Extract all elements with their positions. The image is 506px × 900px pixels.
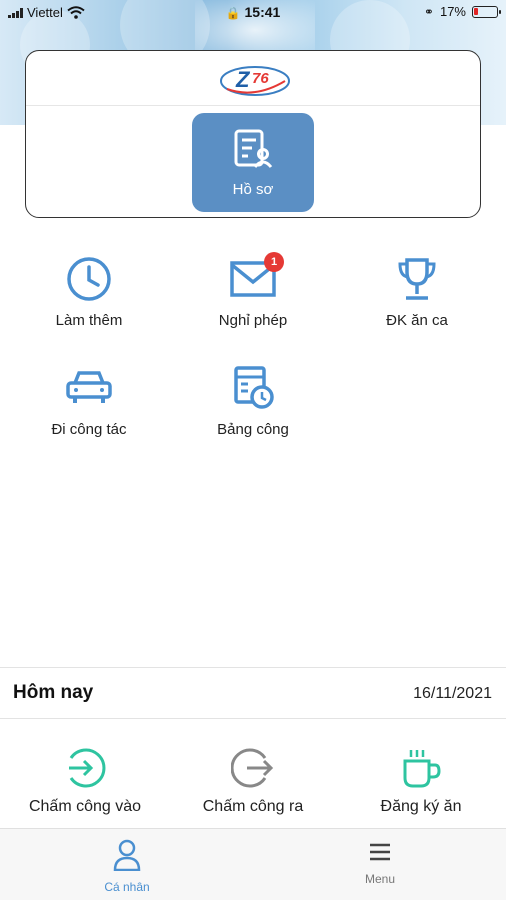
document-user-icon (234, 129, 273, 168)
tab-personal[interactable]: Cá nhân (67, 839, 187, 894)
person-icon (113, 839, 141, 872)
tab-label: Cá nhân (104, 880, 150, 894)
grid-item-label: ĐK ăn ca (386, 312, 448, 329)
action-label: Chấm công ra (202, 798, 304, 815)
svg-text:76: 76 (252, 70, 269, 87)
check-in-icon (69, 748, 106, 788)
action-label: Đăng ký ăn (380, 798, 462, 815)
today-title: Hôm nay (13, 682, 94, 703)
car-icon (66, 371, 112, 403)
grid-item-overtime[interactable]: Làm thêm (14, 256, 164, 329)
battery-icon (472, 5, 501, 18)
timesheet-icon (234, 366, 274, 409)
status-bar: Viettel 🔒 15:41 ⚭ 17% (0, 0, 506, 26)
battery-percent: 17% (439, 4, 466, 19)
grid-item-label: Làm thêm (55, 312, 123, 329)
envelope-wrap: 1 (228, 252, 284, 302)
meal-register-button[interactable]: Đăng ký ăn (336, 746, 506, 816)
check-out-button[interactable]: Chấm công ra (168, 746, 338, 816)
today-date: 16/11/2021 (413, 685, 492, 702)
check-in-button[interactable]: Chấm công vào (0, 746, 170, 816)
trophy-icon (398, 258, 436, 300)
svg-text:Z: Z (235, 67, 251, 92)
grid-item-timesheet[interactable]: Bảng công (178, 365, 328, 438)
divider (0, 667, 506, 668)
bottom-tab-bar: Cá nhân Menu (0, 828, 506, 900)
lock-icon: 🔒 (225, 6, 241, 20)
grid-item-leave[interactable]: 1 Nghỉ phép (178, 252, 328, 329)
clock-icon (67, 257, 111, 301)
grid-item-meal-shift[interactable]: ĐK ăn ca (342, 256, 492, 329)
check-out-icon (231, 748, 274, 788)
hamburger-menu-icon (370, 843, 390, 861)
tab-label: Menu (364, 872, 396, 886)
action-label: Chấm công vào (28, 798, 142, 815)
logo-row: Z 76 (26, 51, 480, 106)
z76-logo: Z 76 (220, 66, 290, 96)
tab-menu[interactable]: Menu (320, 839, 440, 886)
profile-button[interactable]: Hồ sơ (192, 113, 314, 212)
clock-time: 15:41 (244, 4, 281, 20)
profile-card: Z 76 Hồ sơ (25, 50, 481, 218)
notification-badge: 1 (264, 252, 284, 272)
grid-item-label: Nghỉ phép (218, 312, 288, 329)
divider (0, 718, 506, 719)
coffee-cup-icon (403, 750, 441, 788)
profile-button-label: Hồ sơ (232, 181, 274, 198)
grid-item-label: Bảng công (217, 421, 289, 438)
grid-item-business-trip[interactable]: Đi công tác (14, 365, 164, 438)
orientation-lock-icon: ⚭ (423, 4, 434, 19)
grid-item-label: Đi công tác (51, 421, 127, 438)
